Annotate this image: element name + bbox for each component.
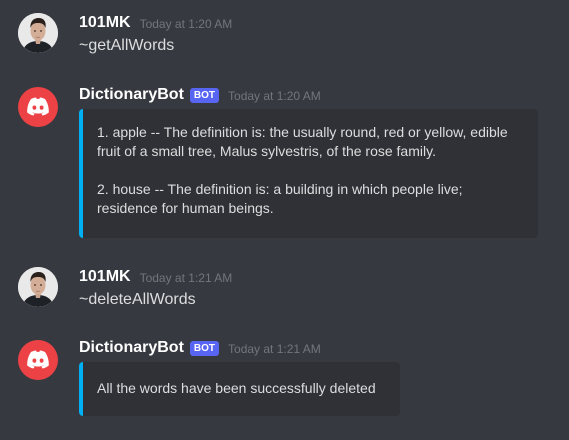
message-text: ~deleteAllWords xyxy=(79,291,196,308)
chat-messages: 101MK Today at 1:20 AM ~getAllWords Dict… xyxy=(0,0,569,440)
message-header: DictionaryBot BOT Today at 1:20 AM xyxy=(79,84,321,106)
bot-embed: 1. apple -- The definition is: the usual… xyxy=(79,109,538,238)
embed-line: 1. apple -- The definition is: the usual… xyxy=(97,124,508,159)
embed-line: 2. house -- The definition is: a buildin… xyxy=(97,181,463,216)
username[interactable]: DictionaryBot xyxy=(79,86,184,104)
username[interactable]: DictionaryBot xyxy=(79,339,184,357)
user-portrait-icon xyxy=(18,267,58,307)
message-header: 101MK Today at 1:21 AM xyxy=(79,266,232,288)
bot-tag-badge: BOT xyxy=(189,340,220,356)
message-text: ~getAllWords xyxy=(79,37,175,54)
discord-logo-icon xyxy=(27,350,49,369)
username[interactable]: 101MK xyxy=(79,268,131,286)
user-avatar[interactable] xyxy=(18,13,58,53)
bot-avatar[interactable] xyxy=(18,340,58,380)
message-header: 101MK Today at 1:20 AM xyxy=(79,12,232,34)
bot-avatar[interactable] xyxy=(18,87,58,127)
timestamp: Today at 1:20 AM xyxy=(139,17,233,31)
bot-embed: All the words have been successfully del… xyxy=(79,362,400,416)
username[interactable]: 101MK xyxy=(79,14,131,32)
user-portrait-icon xyxy=(18,13,58,53)
bot-tag-badge: BOT xyxy=(189,87,220,103)
timestamp: Today at 1:20 AM xyxy=(228,89,321,103)
discord-logo-icon xyxy=(27,97,49,116)
embed-line: All the words have been successfully del… xyxy=(97,380,376,396)
timestamp: Today at 1:21 AM xyxy=(228,342,321,356)
message-header: DictionaryBot BOT Today at 1:21 AM xyxy=(79,337,321,359)
timestamp: Today at 1:21 AM xyxy=(139,271,233,285)
user-avatar[interactable] xyxy=(18,267,58,307)
